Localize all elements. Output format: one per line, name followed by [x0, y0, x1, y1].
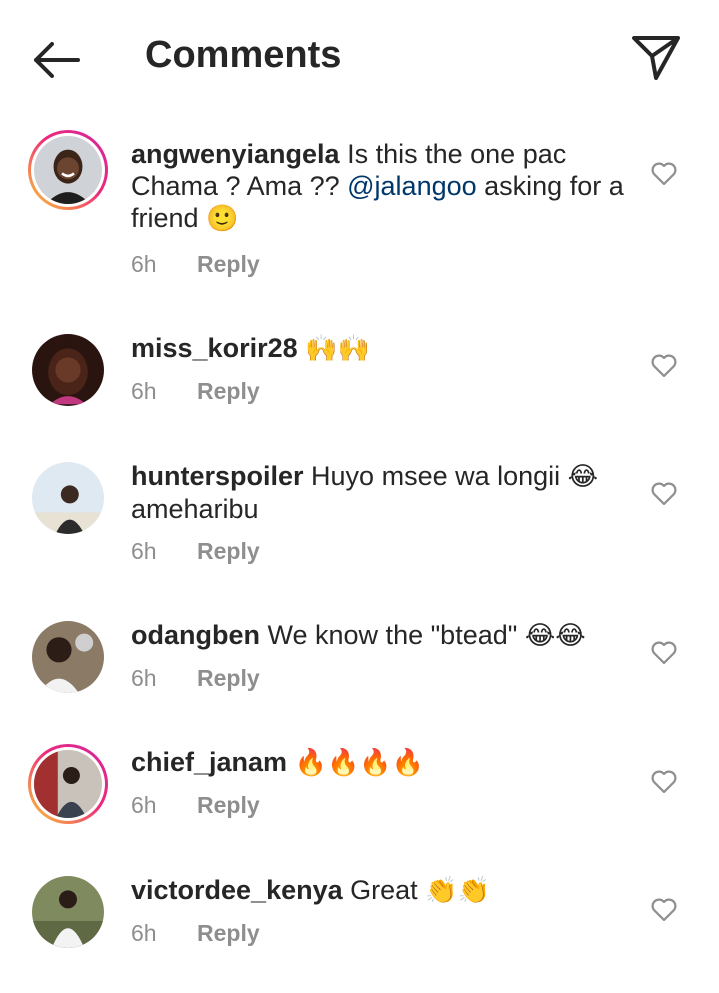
comment-username[interactable]: chief_janam: [131, 747, 287, 777]
comment-text: angwenyiangela Is this the one pac Chama…: [131, 138, 631, 235]
reply-button[interactable]: Reply: [197, 665, 260, 691]
emoji: 🔥🔥🔥🔥: [294, 748, 425, 778]
comment-meta: 6h Reply: [131, 378, 260, 405]
reply-button[interactable]: Reply: [197, 538, 260, 564]
comment-text: chief_janam 🔥🔥🔥🔥: [131, 746, 631, 779]
comment-time: 6h: [131, 665, 157, 691]
comment-body: We know the "btead": [267, 620, 525, 650]
comment-time: 6h: [131, 920, 157, 946]
avatar[interactable]: [28, 744, 108, 824]
page-title: Comments: [145, 34, 342, 76]
heart-icon[interactable]: [651, 162, 677, 186]
comment-username[interactable]: miss_korir28: [131, 333, 298, 363]
comment-time: 6h: [131, 792, 157, 818]
comment-username[interactable]: angwenyiangela: [131, 139, 340, 169]
heart-icon[interactable]: [651, 898, 677, 922]
avatar[interactable]: [28, 872, 108, 952]
comment-time: 6h: [131, 378, 157, 404]
heart-icon[interactable]: [651, 354, 677, 378]
comment-meta: 6h Reply: [131, 792, 260, 819]
emoji: 🙌🙌: [305, 334, 370, 364]
comment-meta: 6h Reply: [131, 251, 260, 278]
comment-body: Great: [350, 875, 426, 905]
comment-text: odangben We know the "btead" 😂😂: [131, 619, 631, 652]
emoji: 👏👏: [425, 876, 490, 906]
avatar[interactable]: [28, 130, 108, 210]
reply-button[interactable]: Reply: [197, 920, 260, 946]
avatar[interactable]: [28, 617, 108, 697]
comment-text: victordee_kenya Great 👏👏: [131, 874, 631, 907]
comment-meta: 6h Reply: [131, 920, 260, 947]
comment-body: Huyo msee wa longii: [311, 461, 568, 491]
reply-button[interactable]: Reply: [197, 378, 260, 404]
comment-username[interactable]: hunterspoiler: [131, 461, 304, 491]
mention-link[interactable]: @jalangoo: [347, 171, 477, 201]
arrow-left-icon: [34, 42, 80, 78]
emoji: 🙂: [206, 204, 239, 234]
back-button[interactable]: [30, 38, 82, 82]
emoji: 😂😂: [524, 621, 586, 651]
comment-username[interactable]: victordee_kenya: [131, 875, 343, 905]
share-button[interactable]: [630, 32, 682, 84]
comment-time: 6h: [131, 251, 157, 277]
avatar[interactable]: [28, 330, 108, 410]
emoji: 😂: [567, 462, 599, 492]
comment-username[interactable]: odangben: [131, 620, 260, 650]
heart-icon[interactable]: [651, 770, 677, 794]
heart-icon[interactable]: [651, 482, 677, 506]
comment-time: 6h: [131, 538, 157, 564]
paper-plane-icon: [632, 36, 680, 80]
comment-body: ameharibu: [131, 494, 259, 524]
reply-button[interactable]: Reply: [197, 251, 260, 277]
comment-text: miss_korir28 🙌🙌: [131, 332, 631, 365]
heart-icon[interactable]: [651, 641, 677, 665]
comment-meta: 6h Reply: [131, 665, 260, 692]
reply-button[interactable]: Reply: [197, 792, 260, 818]
header: Comments: [0, 0, 719, 118]
comment-meta: 6h Reply: [131, 538, 260, 565]
comment-text: hunterspoiler Huyo msee wa longii 😂 ameh…: [131, 460, 631, 525]
avatar[interactable]: [28, 458, 108, 538]
